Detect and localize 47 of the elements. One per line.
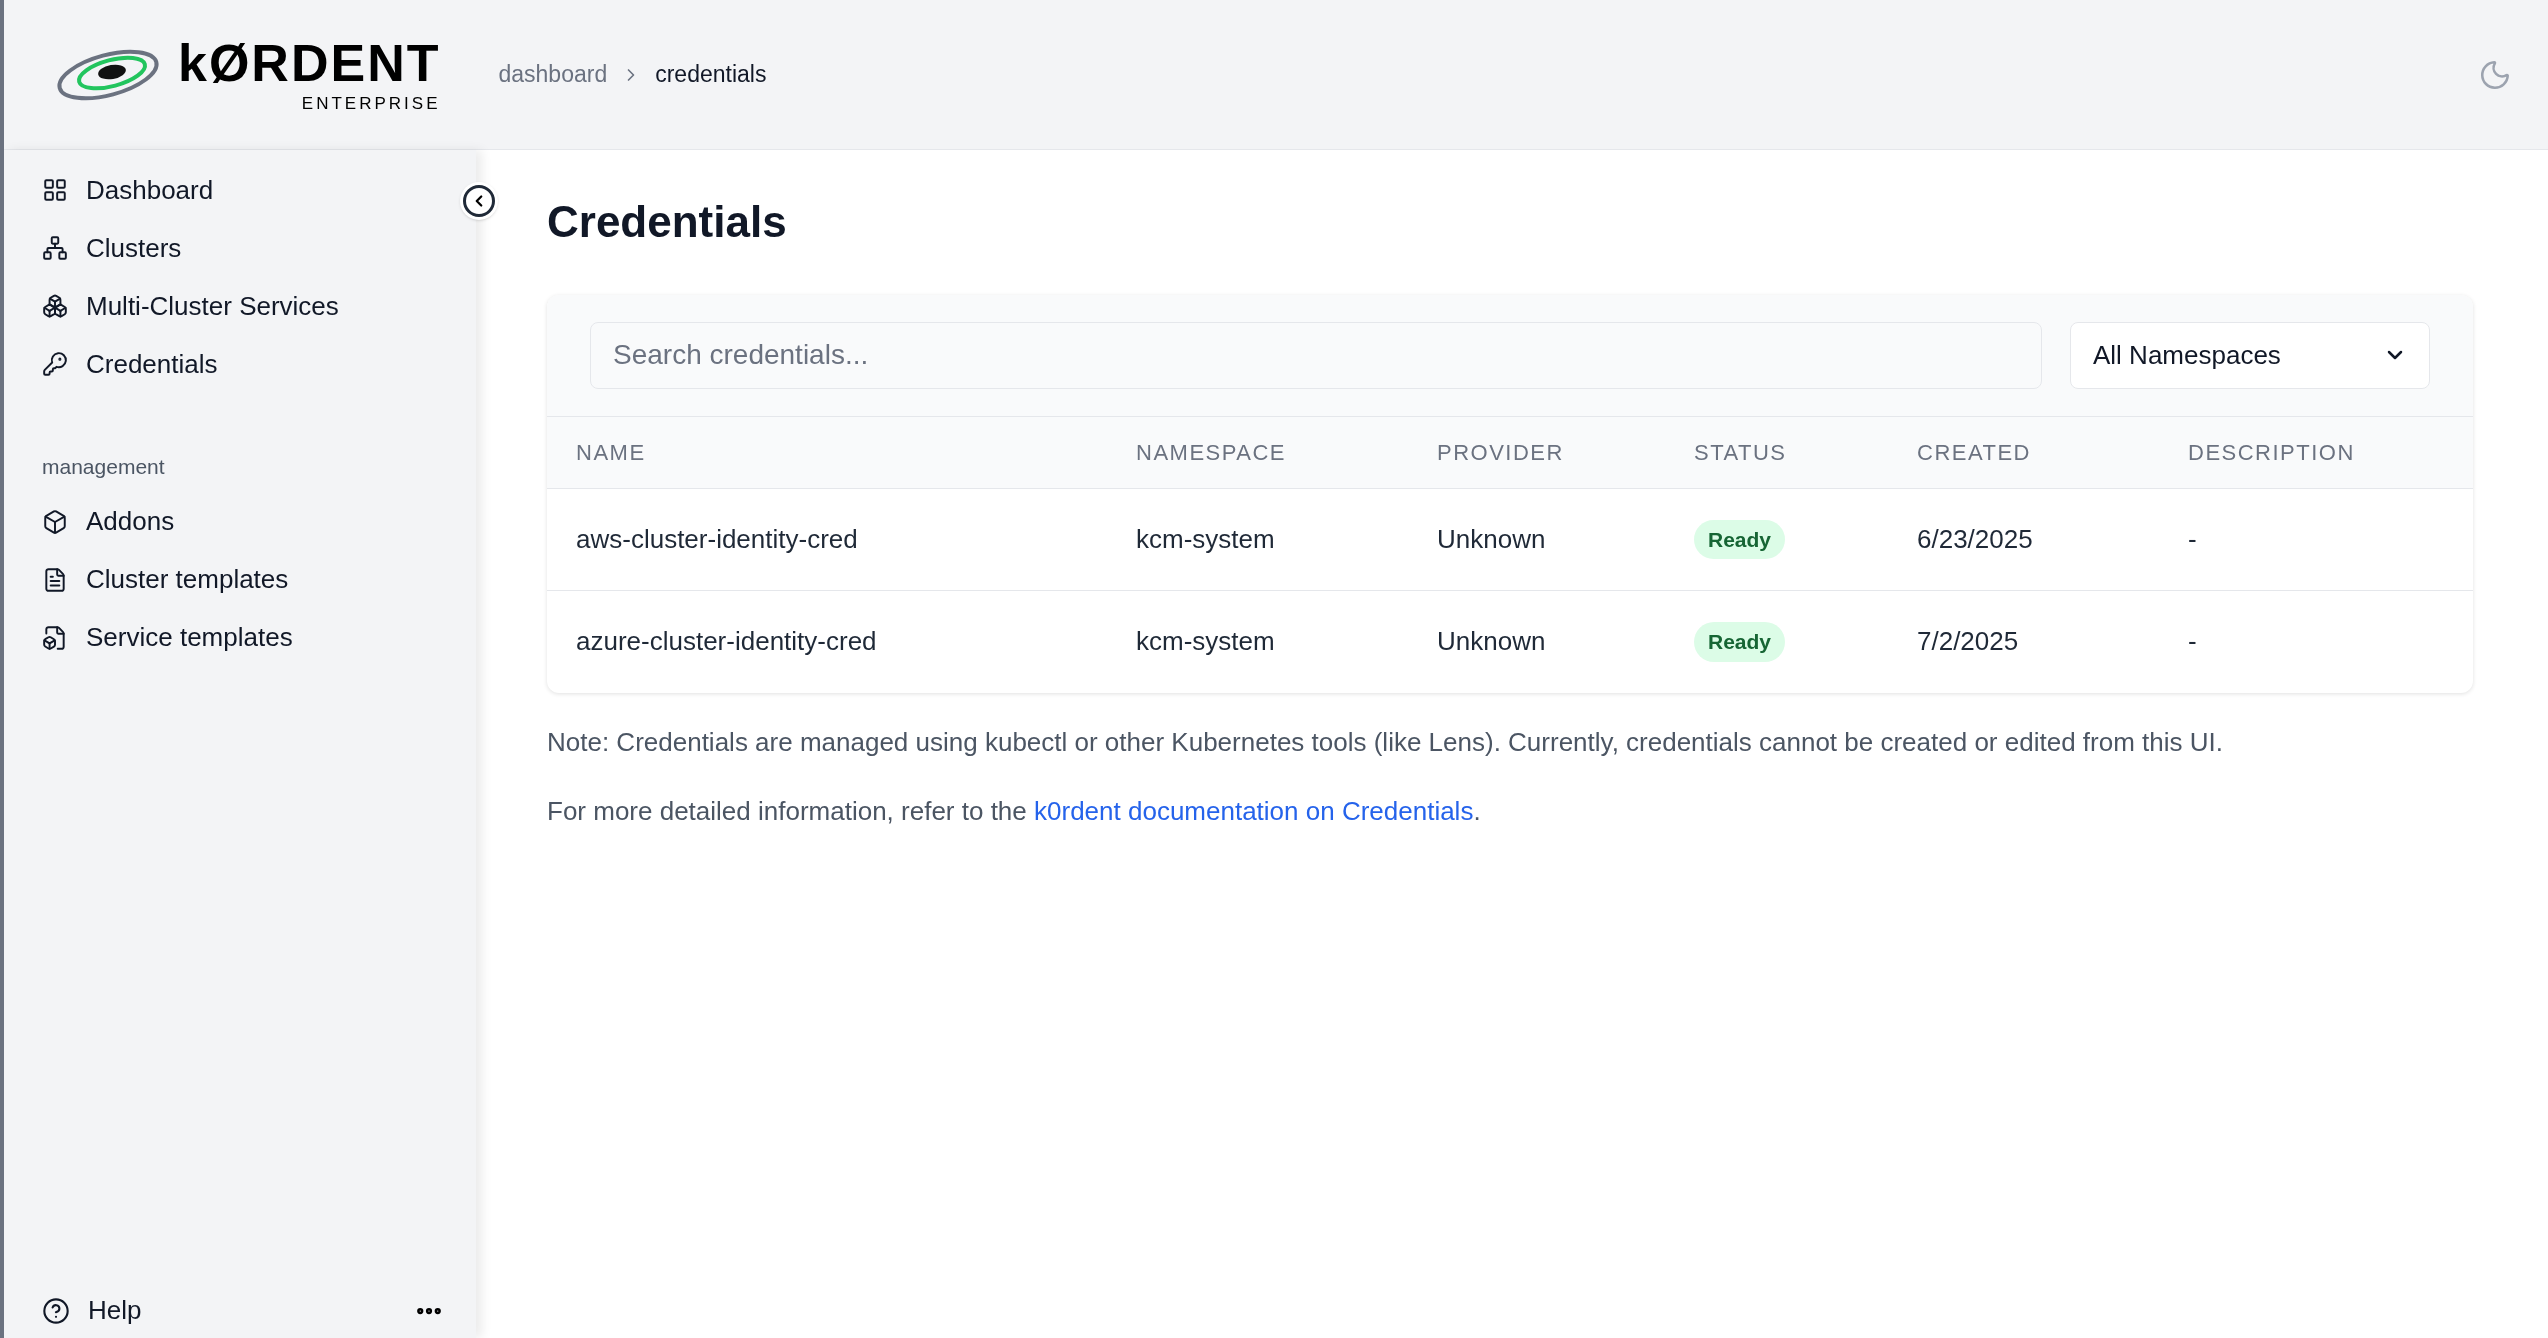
help-link[interactable]: Help: [42, 1291, 142, 1330]
namespace-select[interactable]: All Namespaces: [2070, 321, 2430, 389]
column-header: PROVIDER: [1437, 439, 1564, 465]
wordmark: kØRDENT: [178, 37, 441, 89]
sidebar-item[interactable]: Credentials: [4, 335, 256, 393]
status-badge: Ready: [1694, 519, 1786, 560]
cubes-icon: [42, 293, 68, 319]
table-cell: 6/23/2025: [1917, 523, 2033, 554]
documentation-link[interactable]: k0rdent documentation on Credentials: [1034, 795, 1474, 826]
help-icon: [42, 1296, 70, 1325]
section-title: management: [41, 454, 166, 480]
note-text: Note: Credentials are managed using kubectl or other Kubernetes tools (like Lens). Currently, credentials cannot be created or edited from this UI.: [547, 725, 2224, 759]
breadcrumb-link[interactable]: dashboard: [498, 57, 608, 92]
network-icon: [42, 235, 68, 261]
table-cell: -: [2188, 523, 2197, 554]
column-header: NAMESPACE: [1136, 439, 1286, 465]
column-header: NAME: [576, 439, 646, 465]
table-cell: kcm-system: [1136, 523, 1275, 554]
key-icon: [42, 351, 68, 377]
sidebar-item[interactable]: Service templates: [4, 608, 331, 667]
tagline: ENTERPRISE: [301, 95, 441, 112]
table-cell: Unknown: [1437, 523, 1546, 554]
table-cell: Unknown: [1437, 626, 1546, 657]
column-header: STATUS: [1694, 439, 1787, 465]
document-icon: [42, 566, 68, 593]
page-title: Credentials: [547, 196, 788, 248]
table-cell: 7/2/2025: [1917, 626, 2019, 657]
info-text: For more detailed information, refer to the k0rdent documentation on Credentials.: [547, 794, 1482, 828]
table-cell: -: [2188, 626, 2197, 657]
breadcrumb-link[interactable]: credentials: [655, 57, 767, 92]
collapse-button[interactable]: [460, 182, 498, 220]
grid-icon: [42, 177, 68, 203]
sidebar-item[interactable]: Multi-Cluster Services: [4, 277, 377, 335]
table-cell: kcm-system: [1136, 626, 1275, 657]
table-cell: azure-cluster-identity-cred: [576, 626, 877, 657]
sidebar-item[interactable]: Cluster templates: [4, 550, 327, 609]
sidebar-item[interactable]: Addons: [4, 492, 213, 551]
sidebar-item[interactable]: Clusters: [4, 219, 220, 277]
table-cell: aws-cluster-identity-cred: [576, 523, 858, 554]
column-header: DESCRIPTION: [2188, 439, 2355, 465]
status-badge: Ready: [1694, 622, 1786, 662]
column-header: CREATED: [1917, 439, 2031, 465]
sidebar-item[interactable]: Dashboard: [4, 161, 252, 219]
logo[interactable]: kØRDENT ENTERPRISE: [54, 37, 441, 112]
cube-icon: [42, 508, 68, 535]
search-field[interactable]: Search credentials...: [590, 321, 2042, 389]
file-cube-icon: [42, 624, 68, 651]
